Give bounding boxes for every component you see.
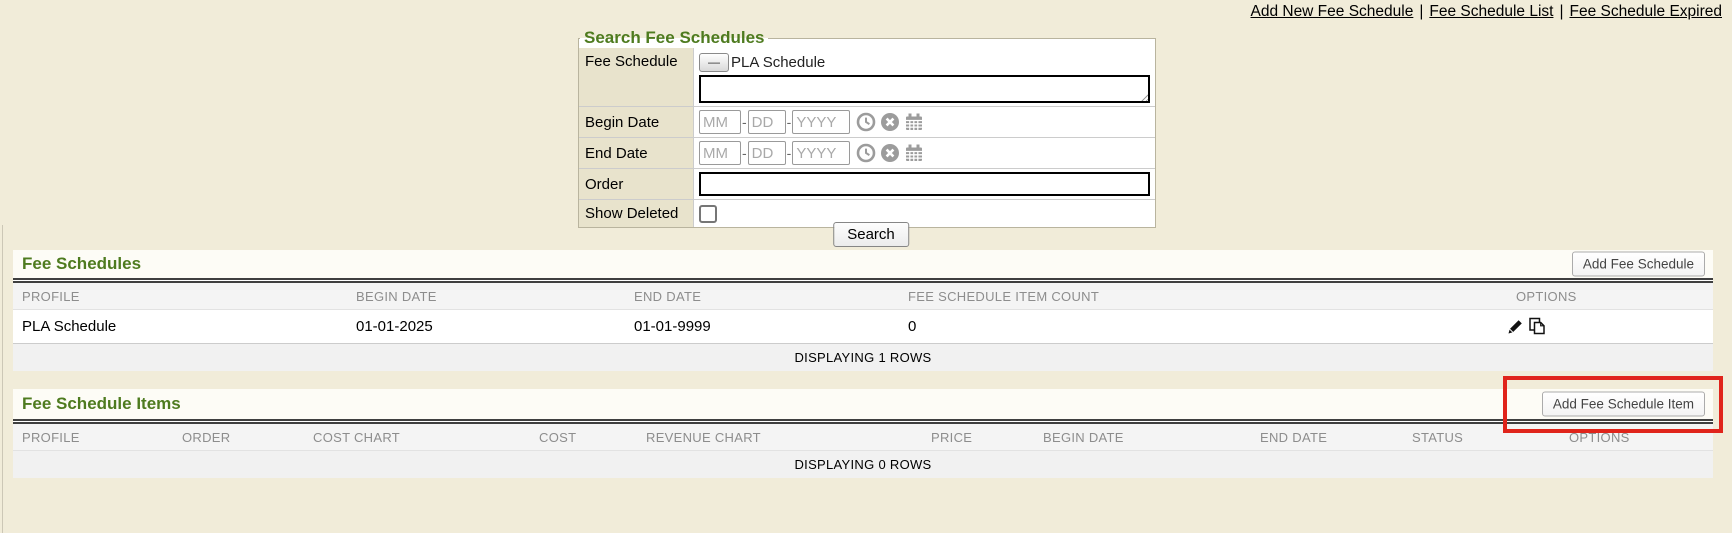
begin-date-day-input[interactable] — [748, 110, 786, 134]
col-cost-chart: COST CHART — [313, 430, 400, 445]
edit-pencil-icon[interactable] — [1507, 318, 1524, 335]
link-fee-schedule-list[interactable]: Fee Schedule List — [1429, 3, 1553, 20]
date-separator: - — [787, 145, 792, 161]
end-date-value-cell: - - — [694, 138, 1155, 168]
begin-date-month-input[interactable] — [699, 110, 741, 134]
link-separator: | — [1559, 3, 1563, 20]
cell-begin-date: 01-01-2025 — [356, 318, 433, 335]
fee-schedule-items-title-bar: Fee Schedule Items Add Fee Schedule Item — [13, 389, 1713, 419]
cell-item-count: 0 — [908, 318, 916, 335]
end-date-day-input[interactable] — [748, 141, 786, 165]
order-value-cell — [694, 169, 1155, 199]
cell-end-date: 01-01-9999 — [634, 318, 711, 335]
begin-date-field-row: Begin Date - - — [579, 106, 1155, 137]
show-deleted-value-cell — [694, 200, 1155, 227]
begin-date-icons — [856, 112, 924, 132]
col-cost: COST — [539, 430, 576, 445]
col-order: ORDER — [182, 430, 230, 445]
table-row: PLA Schedule 01-01-2025 01-01-9999 0 — [13, 310, 1713, 344]
col-begin-date: BEGIN DATE — [356, 289, 437, 304]
end-date-year-input[interactable] — [792, 141, 850, 165]
col-profile: PROFILE — [22, 289, 80, 304]
order-input[interactable] — [699, 172, 1150, 196]
fee-schedules-section: Fee Schedules Add Fee Schedule PROFILE B… — [13, 250, 1713, 371]
search-button[interactable]: Search — [833, 222, 909, 247]
link-fee-schedule-expired[interactable]: Fee Schedule Expired — [1569, 3, 1722, 20]
remove-selection-button[interactable]: — — [699, 53, 729, 72]
begin-date-year-input[interactable] — [792, 110, 850, 134]
selected-fee-schedule-label: PLA Schedule — [731, 54, 825, 71]
col-profile: PROFILE — [22, 430, 80, 445]
order-field-row: Order — [579, 168, 1155, 199]
col-status: STATUS — [1412, 430, 1463, 445]
left-frame-border — [2, 225, 3, 533]
date-separator: - — [787, 114, 792, 130]
end-date-label: End Date — [579, 138, 694, 168]
search-form-legend: Search Fee Schedules — [580, 28, 768, 48]
fee-schedule-search-input[interactable] — [701, 77, 1148, 101]
top-nav: Add New Fee Schedule | Fee Schedule List | F… — [1250, 3, 1722, 21]
copy-icon[interactable] — [1528, 317, 1546, 335]
fee-schedules-title-bar: Fee Schedules Add Fee Schedule — [13, 250, 1713, 278]
clock-icon[interactable] — [856, 143, 876, 163]
fee-schedule-value-cell: — PLA Schedule — [694, 48, 1155, 106]
col-options: OPTIONS — [1569, 430, 1630, 445]
link-separator: | — [1419, 3, 1423, 20]
end-date-icons — [856, 143, 924, 163]
search-fee-schedules-form: Search Fee Schedules Fee Schedule — PLA … — [578, 28, 1156, 228]
clear-icon[interactable] — [880, 112, 900, 132]
end-date-field-row: End Date - - — [579, 137, 1155, 168]
order-label: Order — [579, 169, 694, 199]
fee-schedules-footer: DISPLAYING 1 ROWS — [13, 344, 1713, 371]
fee-schedule-label: Fee Schedule — [579, 48, 694, 106]
col-revenue-chart: REVENUE CHART — [646, 430, 761, 445]
col-item-count: FEE SCHEDULE ITEM COUNT — [908, 289, 1099, 304]
fee-schedule-field-row: Fee Schedule — PLA Schedule — [579, 48, 1155, 106]
add-fee-schedule-item-button[interactable]: Add Fee Schedule Item — [1542, 392, 1705, 417]
calendar-icon[interactable] — [904, 143, 924, 163]
calendar-icon[interactable] — [904, 112, 924, 132]
fee-schedule-items-section: Fee Schedule Items Add Fee Schedule Item… — [13, 389, 1713, 478]
show-deleted-checkbox[interactable] — [699, 205, 717, 223]
col-end-date: END DATE — [1260, 430, 1327, 445]
fee-schedule-page: Add New Fee Schedule | Fee Schedule List | F… — [0, 0, 1732, 533]
fee-schedules-title: Fee Schedules — [22, 254, 141, 274]
date-separator: - — [742, 114, 747, 130]
date-separator: - — [742, 145, 747, 161]
begin-date-label: Begin Date — [579, 107, 694, 137]
fee-schedule-items-footer: DISPLAYING 0 ROWS — [13, 451, 1713, 478]
clock-icon[interactable] — [856, 112, 876, 132]
fee-schedule-search-box — [699, 75, 1150, 103]
show-deleted-label: Show Deleted — [579, 200, 694, 227]
col-options: OPTIONS — [1516, 289, 1577, 304]
begin-date-value-cell: - - — [694, 107, 1155, 137]
col-begin-date: BEGIN DATE — [1043, 430, 1124, 445]
cell-profile: PLA Schedule — [22, 318, 116, 335]
selected-fee-schedule: — PLA Schedule — [699, 51, 1150, 73]
fee-schedules-header-row: PROFILE BEGIN DATE END DATE FEE SCHEDULE… — [13, 283, 1713, 310]
fee-schedule-items-title: Fee Schedule Items — [22, 394, 181, 414]
end-date-month-input[interactable] — [699, 141, 741, 165]
link-add-new-fee-schedule[interactable]: Add New Fee Schedule — [1250, 3, 1413, 20]
fee-schedule-items-header-row: PROFILE ORDER COST CHART COST REVENUE CH… — [13, 424, 1713, 451]
col-end-date: END DATE — [634, 289, 701, 304]
clear-icon[interactable] — [880, 143, 900, 163]
col-price: PRICE — [931, 430, 972, 445]
row-options — [1507, 317, 1546, 335]
add-fee-schedule-button[interactable]: Add Fee Schedule — [1572, 252, 1705, 277]
